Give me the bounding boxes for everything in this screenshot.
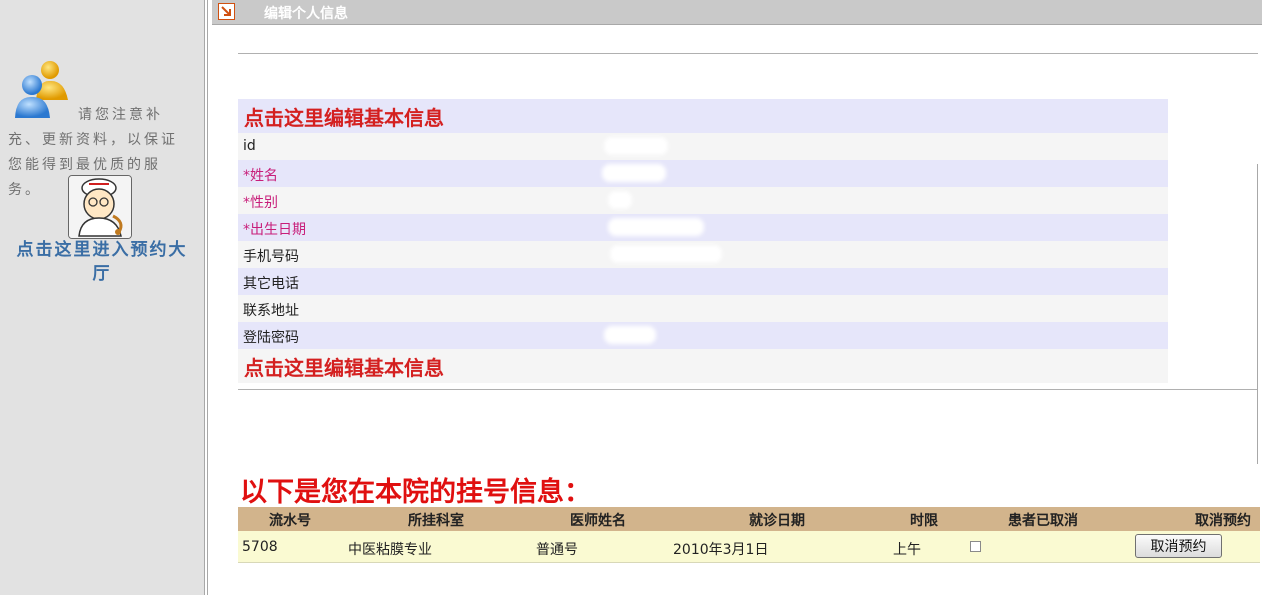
redacted-value <box>604 326 656 344</box>
cell-serial: 5708 <box>242 539 278 555</box>
field-row-address: 联系地址 <box>238 295 1168 322</box>
cell-department: 中医粘膜专业 <box>348 542 432 558</box>
field-row-name: *姓名 <box>238 160 1168 187</box>
field-label-id: id <box>243 138 256 154</box>
sidebar: 请您注意补充、更新资料，以保证您能得到最优质的服务。 点击这里进入预约大厅 <box>0 0 205 595</box>
field-row-gender: *性别 <box>238 187 1168 214</box>
field-label-password: 登陆密码 <box>243 330 299 346</box>
column-header-serial: 流水号 <box>269 513 311 529</box>
cell-doctor: 普通号 <box>536 542 578 558</box>
edit-link-row: 点击这里编辑基本信息 <box>238 99 1168 133</box>
table-header: 流水号 所挂科室 医师姓名 就诊日期 时限 患者已取消 取消预约 <box>238 507 1260 531</box>
redacted-value <box>602 164 666 182</box>
redacted-value <box>608 191 632 209</box>
edit-basic-info-link-top[interactable]: 点击这里编辑基本信息 <box>244 102 444 131</box>
field-row-birthdate: *出生日期 <box>238 214 1168 241</box>
field-row-other-phone: 其它电话 <box>238 268 1168 295</box>
divider <box>238 389 1258 390</box>
field-row-id: id <box>238 133 1168 160</box>
field-label-name: *姓名 <box>243 168 278 184</box>
redacted-value <box>610 245 722 263</box>
column-header-doctor: 医师姓名 <box>570 513 626 529</box>
divider <box>238 53 1258 54</box>
doctor-icon[interactable] <box>68 175 132 239</box>
cancelled-checkbox[interactable] <box>970 541 981 552</box>
page-title: 编辑个人信息 <box>264 6 348 22</box>
field-label-birthdate: *出生日期 <box>243 222 306 238</box>
field-label-mobile: 手机号码 <box>243 249 299 265</box>
field-row-password: 登陆密码 <box>238 322 1168 349</box>
field-row-mobile: 手机号码 <box>238 241 1168 268</box>
scroll-edge <box>1257 164 1258 464</box>
redacted-value <box>604 137 668 155</box>
cell-period: 上午 <box>893 542 921 558</box>
column-header-cancelled: 患者已取消 <box>1008 513 1078 529</box>
redacted-value <box>608 218 704 236</box>
column-header-date: 就诊日期 <box>749 513 805 529</box>
field-label-other-phone: 其它电话 <box>243 276 299 292</box>
edit-basic-info-link-bottom[interactable]: 点击这里编辑基本信息 <box>244 352 444 381</box>
cell-date: 2010年3月1日 <box>673 542 769 558</box>
field-label-address: 联系地址 <box>243 303 299 319</box>
column-header-department: 所挂科室 <box>408 513 464 529</box>
profile-table: 点击这里编辑基本信息 id *姓名 *性别 *出生日期 手机号码 其它电话 联系… <box>238 99 1168 383</box>
panel-titlebar: 编辑个人信息 <box>212 0 1262 25</box>
enter-booking-hall-link[interactable]: 点击这里进入预约大厅 <box>12 238 192 286</box>
registration-table: 流水号 所挂科室 医师姓名 就诊日期 时限 患者已取消 取消预约 5708 中医… <box>238 507 1260 563</box>
field-label-gender: *性别 <box>243 195 278 211</box>
panel-divider <box>207 0 208 595</box>
edit-link-row: 点击这里编辑基本信息 <box>238 349 1168 383</box>
cancel-appointment-button[interactable]: 取消预约 <box>1135 534 1222 558</box>
table-row: 5708 中医粘膜专业 普通号 2010年3月1日 上午 取消预约 <box>238 531 1260 563</box>
arrow-icon <box>218 3 235 20</box>
column-header-period: 时限 <box>910 513 938 529</box>
registration-heading: 以下是您在本院的挂号信息： <box>240 477 591 508</box>
column-header-cancel: 取消预约 <box>1195 513 1251 529</box>
